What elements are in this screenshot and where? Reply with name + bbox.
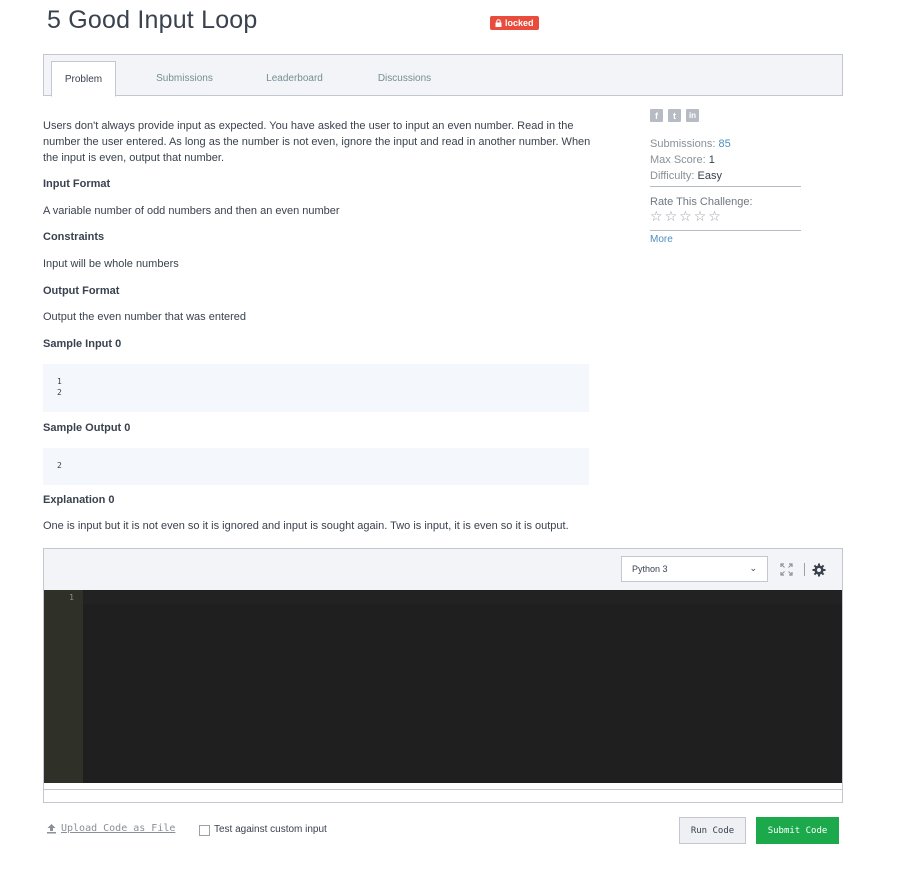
tab-problem[interactable]: Problem [51, 61, 116, 97]
language-select[interactable]: Python 3 ⌄ [621, 556, 768, 582]
submissions-count[interactable]: 85 [718, 138, 730, 150]
tab-leaderboard[interactable]: Leaderboard [252, 61, 337, 96]
chevron-down-icon: ⌄ [749, 563, 757, 573]
sidebar-divider [650, 186, 801, 187]
upload-code-label[interactable]: Upload Code as File [61, 823, 175, 834]
difficulty-stat: Difficulty: Easy [650, 170, 722, 182]
custom-input-checkbox[interactable] [199, 825, 210, 836]
problem-description: Users don't always provide input as expe… [43, 120, 591, 164]
sample-input-line: 1 [57, 377, 62, 386]
explanation-heading: Explanation 0 [43, 494, 115, 506]
star-icon[interactable]: ☆ [679, 209, 692, 223]
fullscreen-icon[interactable] [780, 563, 793, 576]
sample-input-line: 2 [57, 388, 62, 397]
input-format-text: A variable number of odd numbers and the… [43, 205, 340, 217]
lock-icon [495, 19, 502, 27]
sample-input-box: 1 2 [43, 364, 589, 412]
sidebar-divider [650, 230, 801, 231]
toolbar-separator [804, 563, 805, 576]
run-code-button[interactable]: Run Code [679, 817, 746, 844]
language-value: Python 3 [632, 564, 668, 574]
badge-label: locked [505, 18, 534, 28]
star-icon[interactable]: ☆ [694, 209, 707, 223]
line-gutter: 1 [44, 590, 83, 783]
page-title: 5 Good Input Loop [47, 6, 258, 34]
sample-output-heading: Sample Output 0 [43, 422, 131, 434]
rating-stars[interactable]: ☆ ☆ ☆ ☆ ☆ [650, 209, 721, 223]
constraints-text: Input will be whole numbers [43, 258, 179, 270]
linkedin-icon[interactable]: in [686, 109, 699, 122]
difficulty-value: Easy [697, 170, 722, 182]
rate-label: Rate This Challenge: [650, 196, 753, 208]
submissions-stat: Submissions: 85 [650, 138, 731, 150]
explanation-text: One is input but it is not even so it is… [43, 520, 569, 532]
tab-submissions[interactable]: Submissions [142, 61, 227, 96]
max-score-value: 1 [708, 154, 715, 166]
twitter-icon[interactable]: t [668, 109, 681, 122]
star-icon[interactable]: ☆ [650, 209, 663, 223]
output-format-heading: Output Format [43, 285, 120, 297]
submit-code-button[interactable]: Submit Code [756, 817, 839, 844]
code-editor: 1 [43, 590, 843, 783]
active-line [83, 591, 842, 604]
social-share: f t in [650, 109, 699, 122]
code-input-area[interactable] [83, 590, 842, 783]
star-icon[interactable]: ☆ [708, 209, 721, 223]
constraints-heading: Constraints [43, 231, 105, 243]
max-score-label: Max Score: [650, 154, 706, 166]
more-link[interactable]: More [650, 234, 673, 245]
tab-discussions[interactable]: Discussions [362, 61, 447, 96]
status-divider [44, 789, 842, 790]
sample-input-heading: Sample Input 0 [43, 338, 122, 350]
sample-output-line: 2 [57, 461, 62, 470]
line-number: 1 [69, 593, 74, 602]
max-score-stat: Max Score: 1 [650, 154, 715, 166]
upload-icon [47, 824, 56, 834]
gear-icon[interactable] [812, 563, 826, 577]
editor-status-bar [43, 783, 843, 803]
submissions-label: Submissions: [650, 138, 716, 150]
sample-output-box: 2 [43, 448, 589, 485]
star-icon[interactable]: ☆ [665, 209, 678, 223]
locked-badge: locked [490, 16, 539, 30]
difficulty-label: Difficulty: [650, 170, 695, 182]
upload-code-link[interactable]: Upload Code as File [46, 823, 175, 834]
input-format-heading: Input Format [43, 178, 111, 190]
output-format-text: Output the even number that was entered [43, 311, 247, 323]
facebook-icon[interactable]: f [650, 109, 663, 122]
custom-input-label[interactable]: Test against custom input [214, 824, 327, 835]
tab-bar: Problem Submissions Leaderboard Discussi… [43, 54, 843, 97]
